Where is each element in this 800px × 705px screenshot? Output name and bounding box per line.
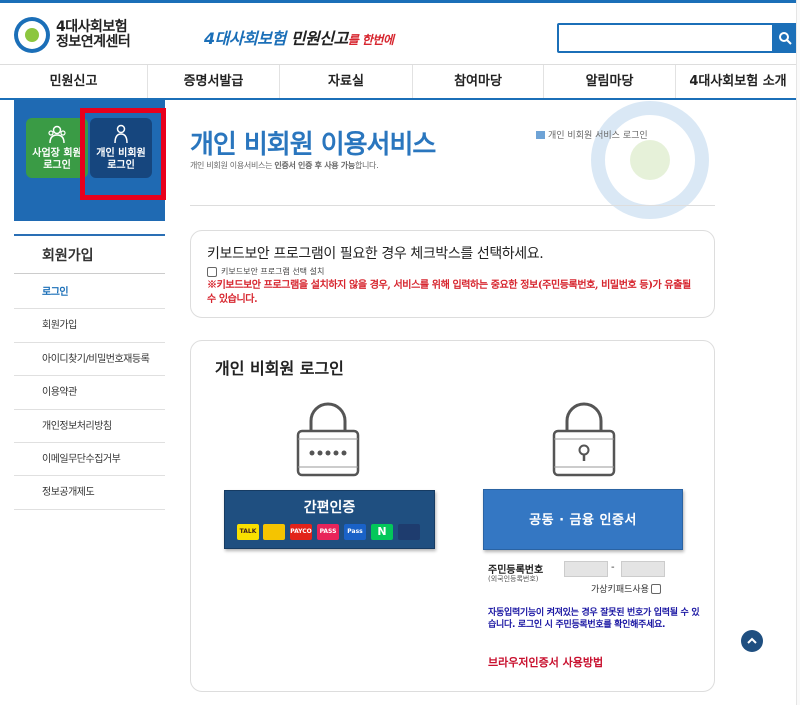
search-input[interactable] (557, 23, 800, 53)
business-login-label-1: 사업장 회원 (32, 148, 82, 159)
keyboard-security-option[interactable]: 키보드보안 프로그램 선택 설치 (207, 266, 698, 277)
kakao-icon: TALK (237, 524, 259, 540)
logo-icon (14, 17, 50, 53)
group-user-icon (48, 125, 66, 144)
nav-item-complaint[interactable]: 민원신고 (0, 65, 148, 98)
simple-auth-button[interactable]: 간편인증 TALK PAYCO PASS Pass N (224, 490, 435, 549)
virtual-keypad-label: 가상키패드사용 (591, 585, 649, 595)
slogan-part-3: 를 한번에 (347, 33, 394, 47)
site-header: 4대사회보험 정보연계센터 4대사회보험 민원신고를 한번에 (0, 0, 800, 64)
page-subtitle-suffix: 합니다. (354, 161, 379, 170)
browser-cert-howto-link[interactable]: 브라우저인증서 사용방법 (488, 654, 603, 670)
login-title: 개인 비회원 로그인 (215, 359, 344, 378)
nav-item-participation[interactable]: 참여마당 (413, 65, 544, 98)
sidebar-menu: 로그인 회원가입 아이디찾기/비밀번호재등록 이용약관 개인정보처리방침 이메일… (14, 276, 165, 510)
rrn-back-input[interactable] (621, 561, 665, 577)
search-button[interactable] (772, 25, 798, 51)
nav-item-certificate[interactable]: 증명서발급 (148, 65, 280, 98)
divider (190, 205, 715, 206)
keyboard-security-title: 키보드보안 프로그램이 필요한 경우 체크박스를 선택하세요. (207, 246, 544, 262)
page-subtitle-prefix: 개인 비회원 이용서비스는 (190, 161, 275, 170)
naver-icon: N (371, 524, 393, 540)
background-logo-watermark (591, 101, 709, 219)
highlight-box (80, 108, 166, 200)
password-lock-icon (296, 402, 360, 477)
sidebar-item-privacy[interactable]: 개인정보처리방침 (14, 410, 165, 443)
business-login-button[interactable]: 사업장 회원 로그인 (26, 118, 88, 178)
keyboard-security-checkbox-label: 키보드보안 프로그램 선택 설치 (221, 267, 325, 276)
keyboard-security-checkbox[interactable] (207, 266, 217, 277)
page: 4대사회보험 정보연계센터 4대사회보험 민원신고를 한번에 민원신고 증명서발… (0, 0, 800, 705)
keyboard-security-box: 키보드보안 프로그램이 필요한 경우 체크박스를 선택하세요. 키보드보안 프로… (190, 230, 715, 318)
scroll-top-button[interactable] (741, 630, 763, 652)
sidebar-item-disclosure[interactable]: 정보공개제도 (14, 476, 165, 510)
autofill-warning: 자동입력기능이 켜져있는 경우 잘못된 번호가 입력될 수 있습니다. 로그인 … (488, 608, 700, 630)
business-login-label-2: 로그인 (43, 160, 71, 171)
page-title: 개인 비회원 이용서비스 (190, 130, 436, 160)
keyboard-security-warning: ※키보드보안 프로그램을 설치하지 않을 경우, 서비스를 위해 입력하는 중요… (207, 280, 691, 305)
virtual-keypad-option[interactable]: 가상키패드사용 (591, 582, 661, 595)
rrn-front-input[interactable] (564, 561, 608, 577)
sidebar-item-email-refusal[interactable]: 이메일무단수집거부 (14, 443, 165, 477)
slogan-part-1: 4대사회보험 (204, 29, 286, 48)
sidebar-item-terms[interactable]: 이용약관 (14, 376, 165, 410)
breadcrumb-text: 개인 비회원 서비스 로그인 (548, 131, 648, 141)
virtual-keypad-checkbox[interactable] (650, 583, 661, 594)
nav-item-resources[interactable]: 자료실 (280, 65, 413, 98)
home-icon (536, 131, 545, 139)
sidebar-item-find-id[interactable]: 아이디찾기/비밀번호재등록 (14, 343, 165, 377)
rrn-dash: - (611, 562, 615, 573)
samsung-pass-icon: Pass (344, 524, 366, 540)
site-logo[interactable]: 4대사회보험 정보연계센터 (14, 17, 131, 53)
pass-icon: PASS (317, 524, 339, 540)
sidebar-item-signup[interactable]: 회원가입 (14, 309, 165, 343)
page-subtitle-bold: 인증서 인증 후 사용 가능 (274, 161, 355, 170)
shinhan-icon (398, 524, 420, 540)
breadcrumb: 개인 비회원 서비스 로그인 (536, 128, 648, 141)
kb-bank-icon (263, 524, 285, 540)
main-nav: 민원신고 증명서발급 자료실 참여마당 알림마당 4대사회보험 소개 (0, 64, 800, 100)
simple-auth-label: 간편인증 (303, 500, 356, 516)
logo-line-1: 4대사회보험 (56, 19, 128, 35)
logo-line-2: 정보연계센터 (56, 34, 131, 50)
certificate-login-button[interactable]: 공동 · 금융 인증서 (483, 489, 683, 550)
individual-login-box: 개인 비회원 로그인 간편인증 TALK PAYCO PASS Pass N 공… (190, 340, 715, 692)
rrn-sublabel: (외국인등록번호) (488, 575, 539, 583)
sidebar-item-login[interactable]: 로그인 (14, 276, 165, 310)
nav-item-notice[interactable]: 알림마당 (544, 65, 676, 98)
logo-text: 4대사회보험 정보연계센터 (56, 19, 131, 50)
certificate-lock-icon (552, 402, 616, 477)
header-slogan: 4대사회보험 민원신고를 한번에 (204, 25, 394, 49)
scrollbar[interactable] (796, 0, 800, 705)
payco-icon: PAYCO (290, 524, 312, 540)
sidebar-title: 회원가입 (14, 234, 165, 274)
nav-item-about[interactable]: 4대사회보험 소개 (676, 65, 800, 98)
chevron-up-icon (747, 637, 757, 644)
slogan-part-2: 민원신고 (290, 29, 348, 48)
page-subtitle: 개인 비회원 이용서비스는 인증서 인증 후 사용 가능합니다. (190, 160, 379, 171)
search-icon (779, 32, 792, 45)
